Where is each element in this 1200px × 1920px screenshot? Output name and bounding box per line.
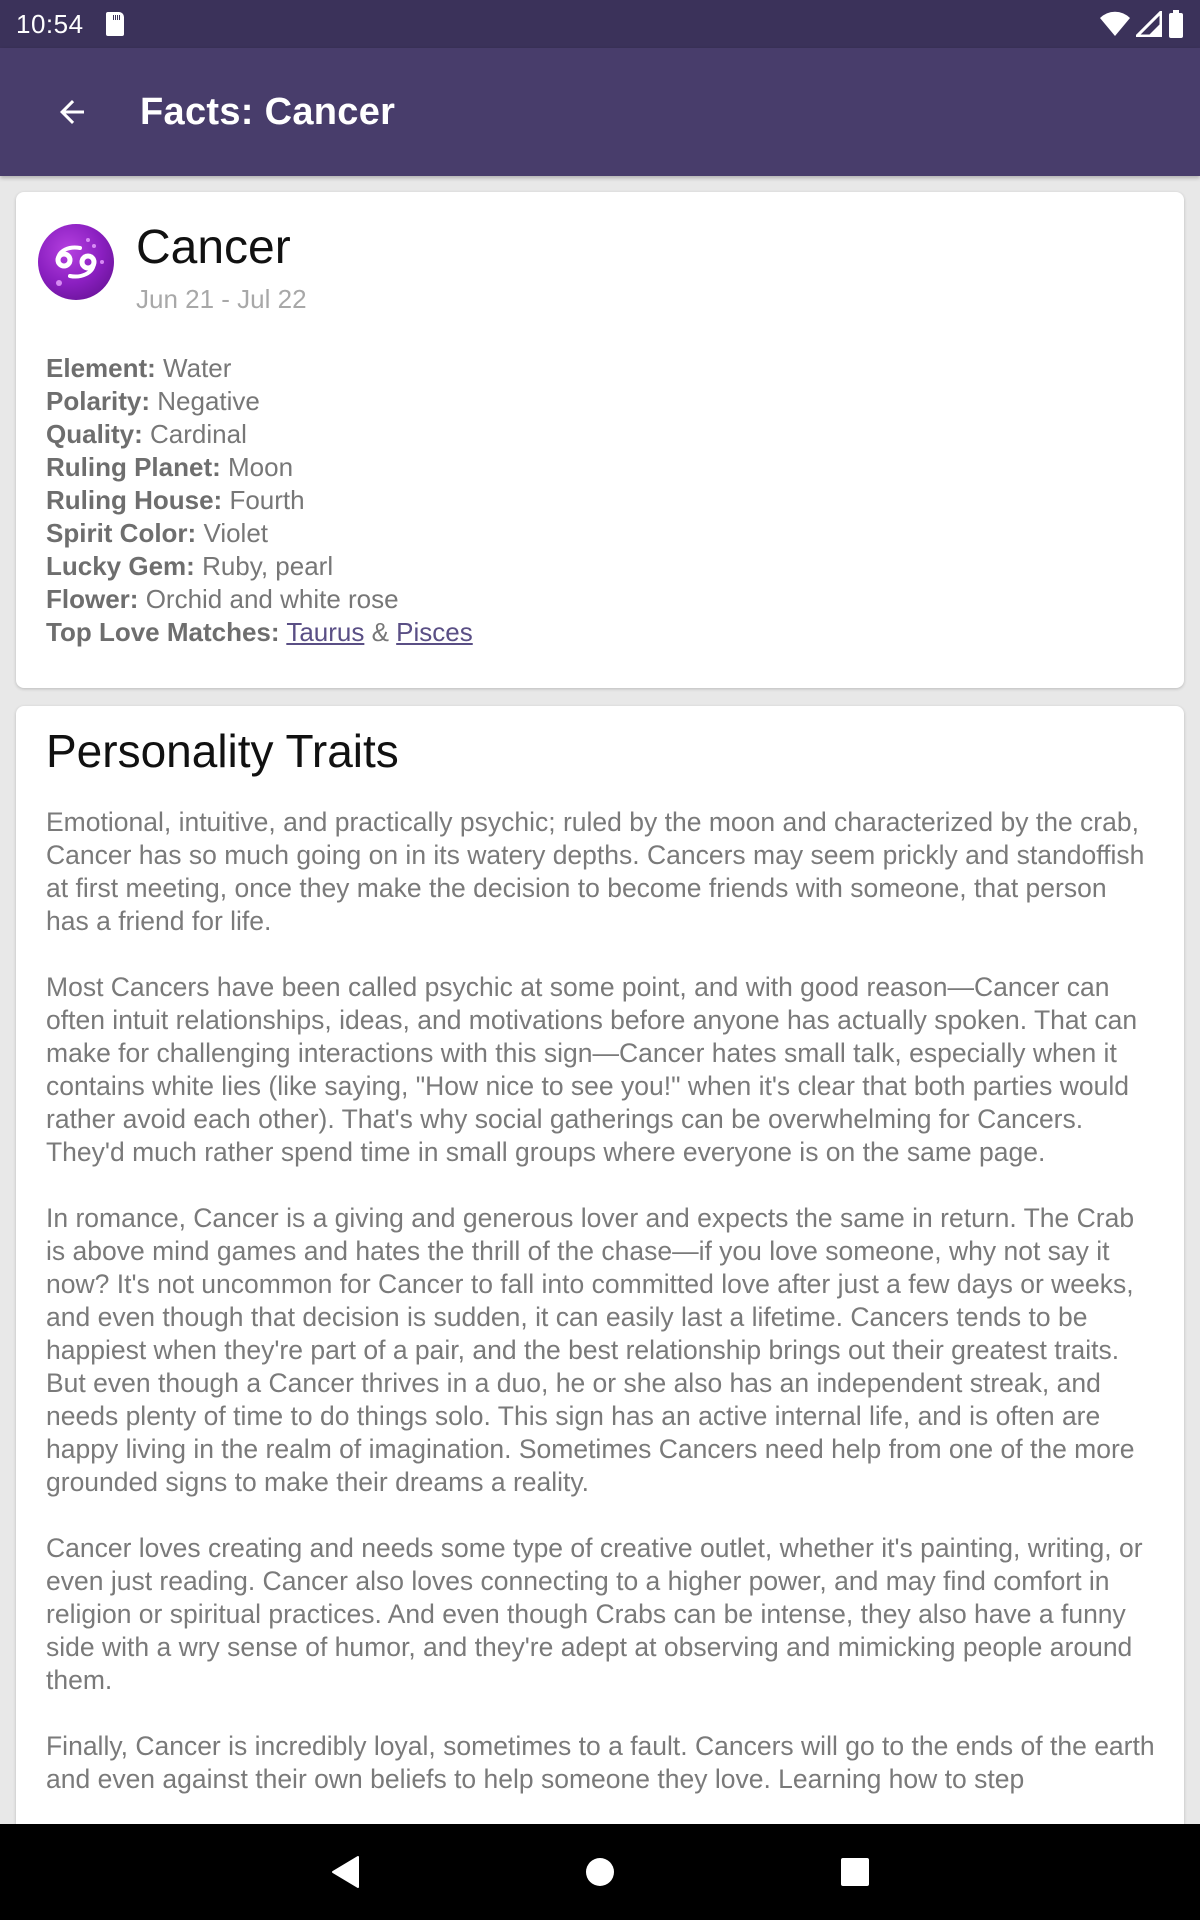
love-match-taurus-link[interactable]: Taurus: [286, 617, 364, 647]
fact-value: Negative: [157, 386, 260, 416]
nav-recents-button[interactable]: [830, 1847, 880, 1897]
traits-title: Personality Traits: [46, 725, 399, 777]
love-match-pisces-link[interactable]: Pisces: [396, 617, 473, 647]
page-title: Facts: Cancer: [140, 90, 396, 133]
home-circle-icon: [586, 1858, 614, 1886]
fact-element: Element: Water: [46, 352, 473, 385]
sign-dates: Jun 21 - Jul 22: [136, 284, 307, 314]
traits-paragraph: Emotional, intuitive, and practically ps…: [46, 807, 1145, 936]
fact-love-matches: Top Love Matches: Taurus & Pisces: [46, 616, 473, 649]
traits-body: Emotional, intuitive, and practically ps…: [46, 806, 1156, 1824]
status-bar: 10:54: [0, 0, 1200, 48]
wifi-icon: [1100, 11, 1130, 37]
traits-paragraph: Cancer loves creating and needs some typ…: [46, 1533, 1143, 1695]
traits-paragraph: Finally, Cancer is incredibly loyal, som…: [46, 1731, 1155, 1794]
fact-polarity: Polarity: Negative: [46, 385, 473, 418]
personality-traits-card: Personality Traits Emotional, intuitive,…: [16, 706, 1184, 1824]
back-button[interactable]: [32, 72, 112, 152]
cancer-glyph-icon: [55, 245, 97, 279]
back-triangle-icon: [332, 1856, 359, 1888]
facts-list: Element: Water Polarity: Negative Qualit…: [46, 352, 473, 649]
signal-icon: [1136, 11, 1162, 37]
fact-value: Violet: [203, 518, 269, 548]
traits-paragraph: Most Cancers have been called psychic at…: [46, 972, 1138, 1167]
fact-ruling-house: Ruling House: Fourth: [46, 484, 473, 517]
cancer-zodiac-icon: [38, 224, 114, 300]
recents-square-icon: [841, 1858, 869, 1886]
fact-lucky-gem: Lucky Gem: Ruby, pearl: [46, 550, 473, 583]
fact-value: Fourth: [229, 485, 305, 515]
status-icons: [1100, 10, 1184, 38]
nav-home-button[interactable]: [575, 1847, 625, 1897]
fact-flower: Flower: Orchid and white rose: [46, 583, 473, 616]
love-match-separator: &: [371, 617, 389, 647]
system-nav-bar: [0, 1824, 1200, 1920]
app-bar: Facts: Cancer: [0, 48, 1200, 176]
fact-spirit-color: Spirit Color: Violet: [46, 517, 473, 550]
sign-name: Cancer: [136, 221, 291, 274]
nav-back-button[interactable]: [320, 1847, 370, 1897]
fact-value: Water: [163, 353, 232, 383]
fact-value: Ruby, pearl: [202, 551, 334, 581]
arrow-left-icon: [60, 100, 84, 124]
fact-value: Orchid and white rose: [145, 584, 399, 614]
fact-label: Spirit Color:: [46, 518, 197, 548]
fact-label: Top Love Matches:: [46, 617, 280, 647]
fact-quality: Quality: Cardinal: [46, 418, 473, 451]
fact-ruling-planet: Ruling Planet: Moon: [46, 451, 473, 484]
scroll-content[interactable]: Cancer Jun 21 - Jul 22 Element: Water Po…: [0, 176, 1200, 1824]
status-time: 10:54: [16, 8, 84, 39]
fact-label: Flower:: [46, 584, 139, 614]
fact-label: Ruling Planet:: [46, 452, 221, 482]
fact-value: Cardinal: [150, 419, 247, 449]
fact-label: Lucky Gem:: [46, 551, 195, 581]
traits-paragraph: In romance, Cancer is a giving and gener…: [46, 1203, 1135, 1497]
sign-summary-card: Cancer Jun 21 - Jul 22 Element: Water Po…: [16, 192, 1184, 688]
fact-label: Element:: [46, 353, 156, 383]
fact-value: Moon: [228, 452, 294, 482]
fact-label: Polarity:: [46, 386, 151, 416]
fact-label: Ruling House:: [46, 485, 223, 515]
battery-icon: [1169, 10, 1183, 38]
fact-label: Quality:: [46, 419, 143, 449]
sd-card-icon: [105, 12, 124, 36]
